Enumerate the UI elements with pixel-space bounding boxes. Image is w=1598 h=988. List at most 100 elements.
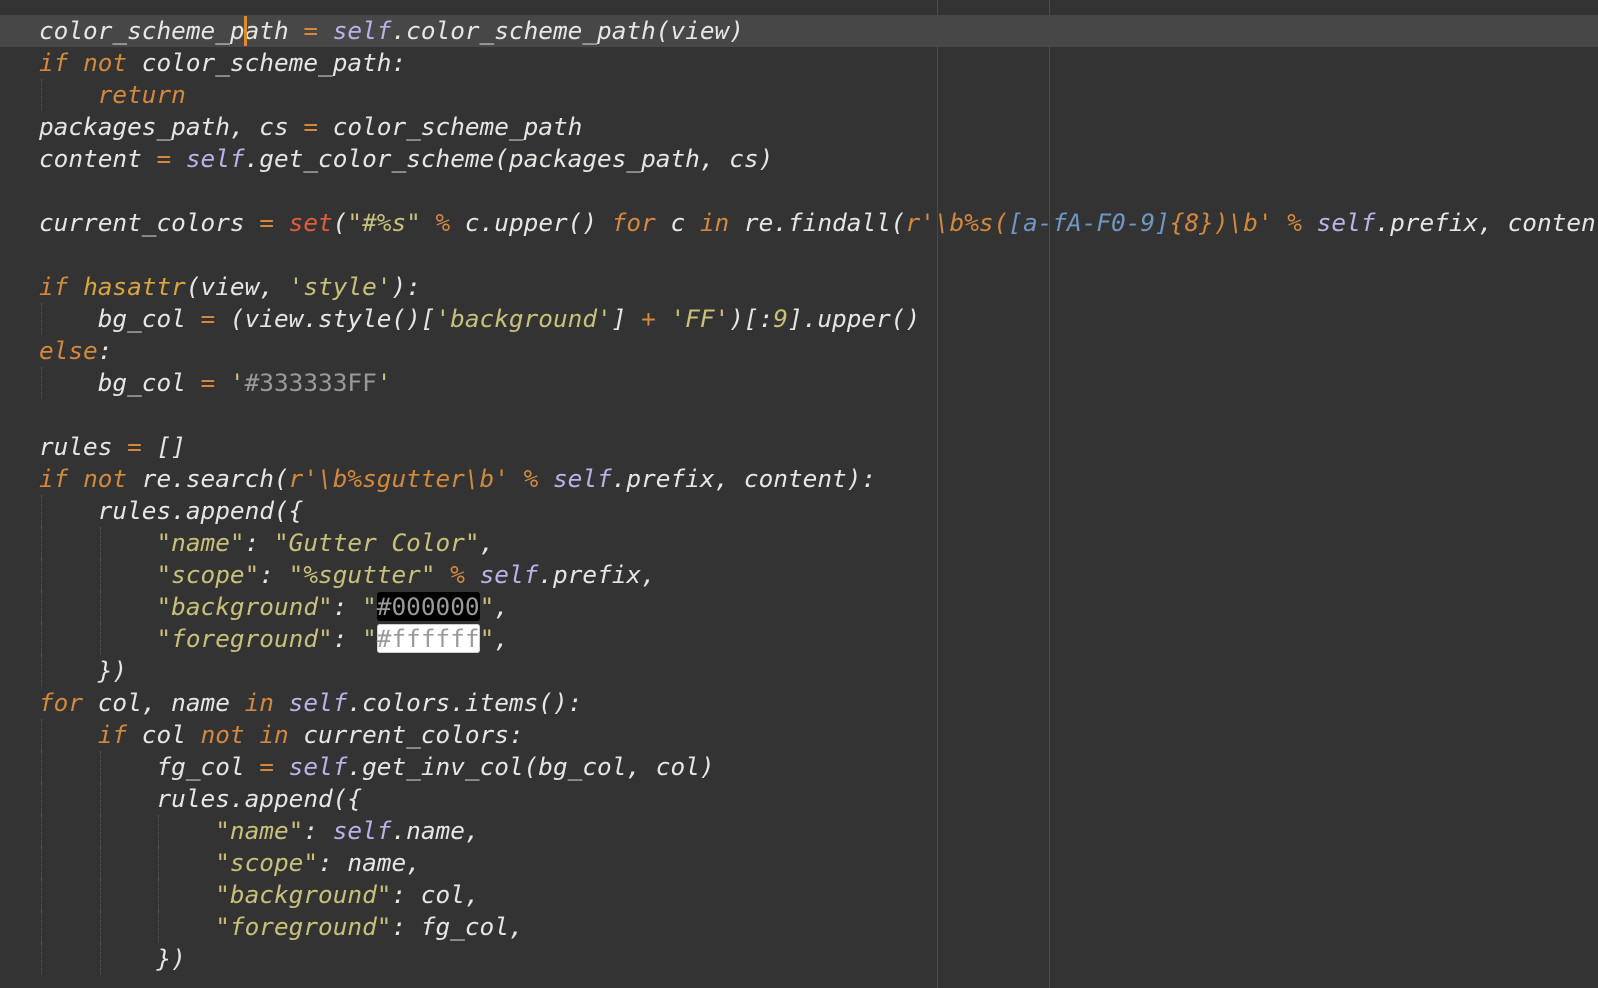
- code-token: "scope": [215, 848, 319, 877]
- code-line[interactable]: "name": self.name,: [0, 815, 1598, 847]
- code-token: ,: [479, 528, 495, 557]
- code-token: if: [39, 48, 69, 77]
- code-token: =: [259, 752, 274, 781]
- code-line[interactable]: packages_path, cs = color_scheme_path: [0, 111, 1598, 143]
- code-token: )[:: [729, 304, 774, 333]
- indent-guide: [41, 943, 42, 975]
- code-token: self: [553, 464, 612, 493]
- code-line[interactable]: }): [0, 943, 1598, 975]
- code-token: re.search(: [127, 464, 289, 493]
- code-token: r'\b%s(: [905, 208, 1009, 237]
- code-line[interactable]: rules = []: [0, 431, 1598, 463]
- indent-guide: [99, 527, 101, 559]
- code-line[interactable]: fg_col = self.get_inv_col(bg_col, col): [0, 751, 1598, 783]
- code-token: %: [435, 208, 451, 237]
- code-token: set: [288, 208, 333, 237]
- code-token: =: [200, 304, 216, 333]
- indent-guide: [99, 623, 101, 655]
- code-line[interactable]: rules.append({: [0, 495, 1598, 527]
- code-line[interactable]: current_colors = set("#%s" % c.upper() f…: [0, 207, 1598, 239]
- code-line[interactable]: rules.append({: [0, 783, 1598, 815]
- code-token: self: [332, 816, 392, 845]
- indent-guide: [41, 559, 42, 591]
- code-line[interactable]: if not color_scheme_path:: [0, 47, 1598, 79]
- code-line[interactable]: bg_col = (view.style()['background'] + '…: [0, 303, 1598, 335]
- indent-guide: [41, 495, 42, 527]
- code-line[interactable]: for col, name in self.colors.items():: [0, 687, 1598, 719]
- code-token: 'style': [288, 272, 392, 301]
- code-line[interactable]: color_scheme_path = self.color_scheme_pa…: [0, 15, 1598, 47]
- code-token: :: [332, 592, 363, 621]
- code-token: ': [376, 368, 392, 397]
- code-line[interactable]: "background": "#000000",: [0, 591, 1598, 623]
- code-token: :: [259, 560, 289, 589]
- code-token: 9: [773, 304, 788, 333]
- code-token: .prefix, content)): [1375, 208, 1598, 237]
- code-token: color_scheme_path:: [127, 48, 407, 77]
- code-editor[interactable]: color_scheme_path = self.color_scheme_pa…: [0, 0, 1598, 988]
- code-token: ": [479, 624, 495, 653]
- code-token: .prefix,: [538, 560, 656, 589]
- code-line[interactable]: "foreground": "#ffffff",: [0, 623, 1598, 655]
- code-line[interactable]: "foreground": fg_col,: [0, 911, 1598, 943]
- code-token: .colors.items():: [347, 688, 583, 717]
- code-token: bg_col: [39, 304, 201, 333]
- code-line[interactable]: [0, 239, 1598, 271]
- indent-guide: [99, 879, 101, 911]
- code-token: : fg_col,: [391, 912, 524, 941]
- code-token: =: [259, 208, 274, 237]
- code-line[interactable]: if col not in current_colors:: [0, 719, 1598, 751]
- code-token: c.upper(): [450, 208, 612, 237]
- code-line[interactable]: if not re.search(r'\b%sgutter\b' % self.…: [0, 463, 1598, 495]
- code-line[interactable]: else:: [0, 335, 1598, 367]
- code-line[interactable]: if hasattr(view, 'style'):: [0, 271, 1598, 303]
- code-lines[interactable]: color_scheme_path = self.color_scheme_pa…: [0, 15, 1598, 975]
- code-token: not: [83, 464, 128, 493]
- code-token: ]: [611, 304, 642, 333]
- code-token: =: [156, 144, 172, 173]
- code-token: r'\b%sgutter\b': [288, 464, 509, 493]
- color-swatch: #333333FF: [244, 368, 377, 397]
- code-token: "scope": [156, 560, 260, 589]
- code-token: }): [39, 656, 128, 685]
- code-token: col, name: [83, 688, 245, 717]
- code-line[interactable]: "scope": name,: [0, 847, 1598, 879]
- indent-guide: [99, 591, 101, 623]
- code-token: "name": [156, 528, 245, 557]
- code-line[interactable]: bg_col = '#333333FF': [0, 367, 1598, 399]
- code-line[interactable]: [0, 175, 1598, 207]
- code-token: .get_inv_col(bg_col, col): [347, 752, 715, 781]
- code-line[interactable]: [0, 399, 1598, 431]
- code-token: not: [83, 48, 128, 77]
- code-token: rules.append({: [39, 784, 363, 813]
- code-token: ,: [494, 592, 509, 621]
- code-token: :: [97, 336, 113, 365]
- code-line[interactable]: content = self.get_color_scheme(packages…: [0, 143, 1598, 175]
- code-token: hasattr: [83, 272, 186, 301]
- indent-guide: [41, 527, 42, 559]
- code-line[interactable]: return: [0, 79, 1598, 111]
- indent-guide: [99, 559, 101, 591]
- code-line[interactable]: "background": col,: [0, 879, 1598, 911]
- code-token: 'FF': [670, 304, 730, 333]
- text-cursor: [243, 16, 247, 46]
- code-token: for: [39, 688, 84, 717]
- code-line[interactable]: "scope": "%sgutter" % self.prefix,: [0, 559, 1598, 591]
- code-token: c: [655, 208, 700, 237]
- indent-guide: [158, 911, 160, 943]
- code-token: fg_col: [39, 752, 260, 781]
- code-line[interactable]: "name": "Gutter Color",: [0, 527, 1598, 559]
- code-line[interactable]: }): [0, 655, 1598, 687]
- code-token: =: [303, 16, 319, 45]
- code-token: "%sgutter": [288, 560, 436, 589]
